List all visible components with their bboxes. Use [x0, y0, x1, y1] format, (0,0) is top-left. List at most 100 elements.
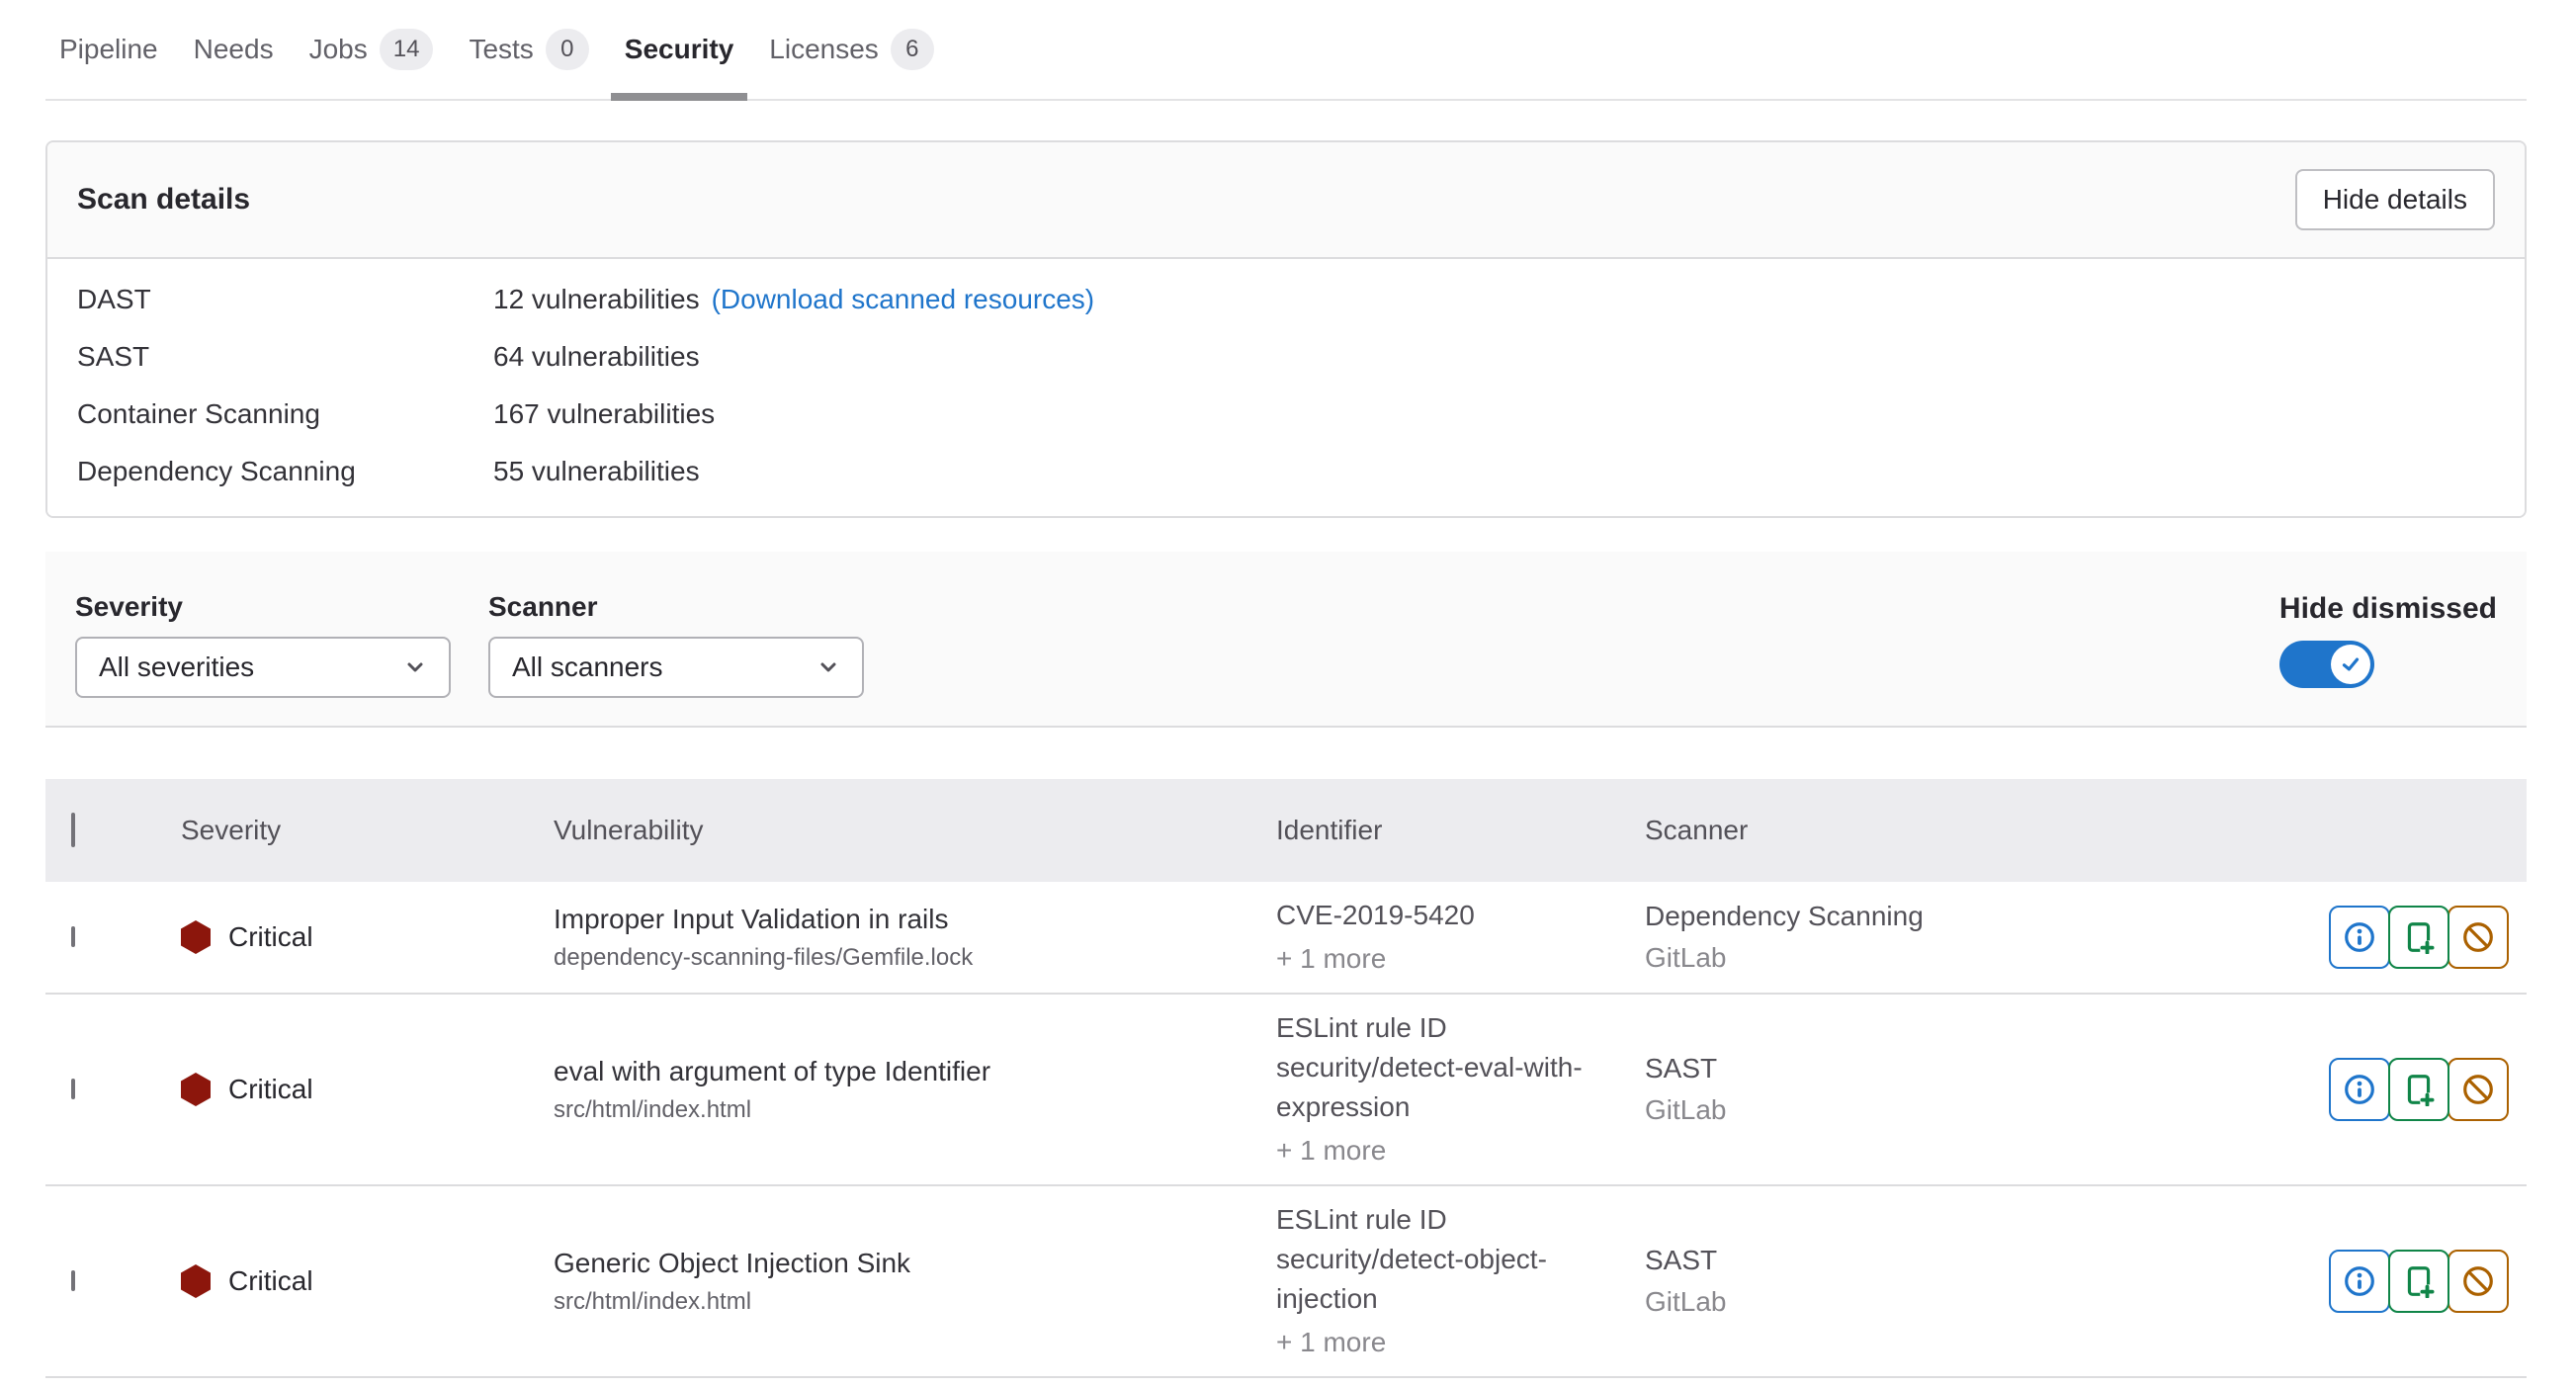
- severity-cell: Critical: [181, 1264, 554, 1298]
- scan-label: Container Scanning: [77, 397, 493, 431]
- scan-row-dast: DAST 12 vulnerabilities (Download scanne…: [77, 283, 2495, 316]
- tab-label: Needs: [194, 34, 274, 65]
- tab-count-badge: 14: [380, 29, 434, 70]
- identifier-cell: ESLint rule ID security/detect-eval-with…: [1276, 1008, 1645, 1171]
- toggle-knob: [2331, 645, 2370, 684]
- scan-details-body: DAST 12 vulnerabilities (Download scanne…: [47, 259, 2525, 516]
- scan-row-sast: SAST 64 vulnerabilities: [77, 340, 2495, 374]
- cancel-icon: [2461, 1264, 2495, 1298]
- vulnerability-title[interactable]: Improper Input Validation in rails: [554, 902, 1276, 937]
- filters-bar: Severity All severities Scanner All scan…: [45, 552, 2527, 728]
- severity-filter: Severity All severities: [75, 591, 451, 726]
- tab-jobs[interactable]: Jobs 14: [292, 0, 452, 99]
- scan-value: 64 vulnerabilities: [493, 340, 700, 374]
- tab-tests[interactable]: Tests0: [451, 0, 606, 99]
- scanner-filter: Scanner All scanners: [488, 591, 864, 726]
- severity-critical-icon: [181, 1264, 211, 1298]
- scanner-dropdown[interactable]: All scanners: [488, 637, 864, 698]
- scan-row-dependency-scanning: Dependency Scanning 55 vulnerabilities: [77, 455, 2495, 488]
- chevron-down-icon: [403, 655, 427, 679]
- tab-pipeline[interactable]: Pipeline: [45, 0, 176, 99]
- scan-value: 12 vulnerabilities: [493, 283, 700, 316]
- dismiss-button[interactable]: [2447, 1250, 2509, 1313]
- cancel-icon: [2461, 1073, 2495, 1106]
- more-info-button[interactable]: [2329, 1058, 2390, 1121]
- scanner-cell: SAST GitLab: [1645, 1243, 2260, 1320]
- severity-label: Critical: [228, 921, 313, 953]
- identifier-text: ESLint rule ID security/detect-object-in…: [1276, 1200, 1615, 1319]
- column-header-severity: Severity: [181, 815, 554, 846]
- vulnerability-path: dependency-scanning-files/Gemfile.lock: [554, 943, 1276, 973]
- identifier-more: + 1 more: [1276, 1131, 1615, 1171]
- scanner-filter-label: Scanner: [488, 591, 864, 623]
- identifier-text: CVE-2019-5420: [1276, 896, 1615, 935]
- column-header-scanner: Scanner: [1645, 815, 2260, 846]
- dismiss-button[interactable]: [2447, 906, 2509, 969]
- tab-licenses[interactable]: Licenses6: [751, 0, 952, 99]
- identifier-more: + 1 more: [1276, 1323, 1615, 1362]
- more-info-button[interactable]: [2329, 906, 2390, 969]
- severity-filter-label: Severity: [75, 591, 451, 623]
- scanner-name: Dependency Scanning: [1645, 899, 2260, 934]
- download-scanned-resources-link[interactable]: (Download scanned resources): [712, 283, 1095, 316]
- dismiss-button[interactable]: [2447, 1058, 2509, 1121]
- vulnerability-cell: Generic Object Injection Sink src/html/i…: [554, 1246, 1276, 1317]
- hide-dismissed-filter: Hide dismissed: [2279, 591, 2497, 726]
- scan-row-container-scanning: Container Scanning 167 vulnerabilities: [77, 397, 2495, 431]
- severity-dropdown[interactable]: All severities: [75, 637, 451, 698]
- create-issue-icon: [2402, 1264, 2436, 1298]
- tab-label: Tests: [469, 34, 533, 65]
- column-header-vulnerability: Vulnerability: [554, 815, 1276, 846]
- scan-label: SAST: [77, 340, 493, 374]
- identifier-more: + 1 more: [1276, 939, 1615, 979]
- hide-details-button[interactable]: Hide details: [2295, 169, 2495, 230]
- select-all-checkbox[interactable]: [71, 813, 75, 847]
- cancel-icon: [2461, 920, 2495, 954]
- scan-label: DAST: [77, 283, 493, 316]
- create-issue-icon: [2402, 920, 2436, 954]
- scan-details-title: Scan details: [77, 183, 250, 217]
- more-info-button[interactable]: [2329, 1250, 2390, 1313]
- scanner-cell: SAST GitLab: [1645, 1051, 2260, 1128]
- pipeline-tabs: Pipeline Needs Jobs 14 Tests0 Security Li…: [45, 0, 2527, 101]
- vulnerability-title[interactable]: Generic Object Injection Sink: [554, 1246, 1276, 1281]
- table-row[interactable]: Critical Improper Input Validation in ra…: [45, 882, 2527, 995]
- table-row[interactable]: Critical eval with argument of type Iden…: [45, 995, 2527, 1186]
- create-issue-button[interactable]: [2388, 1250, 2449, 1313]
- scan-value: 167 vulnerabilities: [493, 397, 715, 431]
- identifier-text: ESLint rule ID security/detect-eval-with…: [1276, 1008, 1615, 1127]
- scanner-dropdown-value: All scanners: [512, 651, 663, 683]
- row-actions: [2260, 1058, 2527, 1121]
- tab-security[interactable]: Security: [607, 0, 752, 99]
- scan-label: Dependency Scanning: [77, 455, 493, 488]
- identifier-cell: ESLint rule ID security/detect-object-in…: [1276, 1200, 1645, 1362]
- tab-label: Licenses: [769, 34, 879, 65]
- vulnerability-title[interactable]: eval with argument of type Identifier: [554, 1054, 1276, 1089]
- table-row[interactable]: Critical Generic Object Injection Sink s…: [45, 1186, 2527, 1378]
- severity-dropdown-value: All severities: [99, 651, 254, 683]
- column-header-identifier: Identifier: [1276, 815, 1645, 846]
- scan-value: 55 vulnerabilities: [493, 455, 700, 488]
- scanner-vendor: GitLab: [1645, 940, 2260, 976]
- create-issue-button[interactable]: [2388, 906, 2449, 969]
- scanner-name: SAST: [1645, 1051, 2260, 1086]
- table-header-row: Severity Vulnerability Identifier Scanne…: [45, 779, 2527, 882]
- create-issue-button[interactable]: [2388, 1058, 2449, 1121]
- row-actions: [2260, 906, 2527, 969]
- information-icon: [2343, 920, 2376, 954]
- tab-label: Jobs: [309, 34, 368, 65]
- hide-dismissed-label: Hide dismissed: [2279, 591, 2497, 627]
- row-checkbox[interactable]: [71, 1270, 75, 1291]
- scanner-name: SAST: [1645, 1243, 2260, 1278]
- row-checkbox[interactable]: [71, 1079, 75, 1099]
- severity-cell: Critical: [181, 920, 554, 954]
- vulnerability-path: src/html/index.html: [554, 1095, 1276, 1125]
- tab-needs[interactable]: Needs: [176, 0, 292, 99]
- scanner-vendor: GitLab: [1645, 1092, 2260, 1128]
- scanner-vendor: GitLab: [1645, 1284, 2260, 1320]
- row-checkbox[interactable]: [71, 926, 75, 947]
- vulnerability-cell: eval with argument of type Identifier sr…: [554, 1054, 1276, 1125]
- hide-dismissed-toggle[interactable]: [2279, 641, 2374, 688]
- check-icon: [2338, 651, 2363, 677]
- scan-details-card: Scan details Hide details DAST 12 vulner…: [45, 140, 2527, 518]
